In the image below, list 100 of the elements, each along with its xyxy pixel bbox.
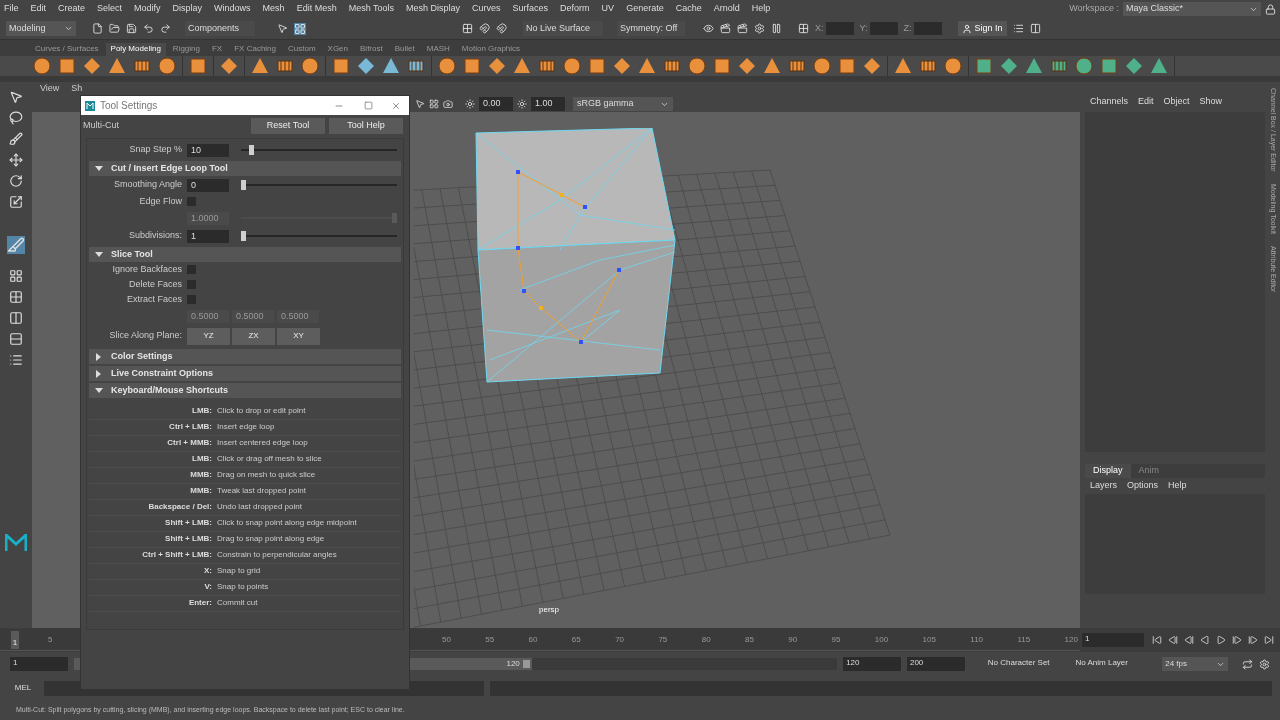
shelf-tab[interactable]: Motion Graphics xyxy=(456,43,526,56)
checkbox[interactable] xyxy=(187,280,196,289)
shelf-tab[interactable]: Curves / Surfaces xyxy=(30,43,104,56)
folder-icon[interactable] xyxy=(109,23,120,34)
sign-in-button[interactable]: Sign In xyxy=(957,21,1007,36)
gamma-field[interactable]: 1.00 xyxy=(531,97,565,111)
shelf-tab[interactable]: MASH xyxy=(421,43,455,56)
lock-icon[interactable] xyxy=(1265,3,1276,15)
collapse-arrow-icon[interactable] xyxy=(95,250,103,259)
slider-thumb[interactable] xyxy=(248,145,254,155)
value-field[interactable]: 10 xyxy=(187,143,229,157)
two-view-icon[interactable] xyxy=(9,311,23,325)
shelf-icon[interactable] xyxy=(157,56,177,76)
menu-item[interactable]: File xyxy=(4,2,19,16)
menu-item[interactable]: Surfaces xyxy=(512,2,549,16)
layout-icon[interactable] xyxy=(1029,23,1041,34)
slider-thumb[interactable] xyxy=(241,231,246,241)
shelf-tab[interactable]: Bifrost xyxy=(355,43,388,56)
render-settings-icon[interactable] xyxy=(754,23,765,34)
value-field[interactable]: 1 xyxy=(187,229,229,243)
selection-mode-dropdown[interactable]: Components xyxy=(185,21,255,36)
layer-tab[interactable]: Display xyxy=(1085,464,1131,478)
panel-menu[interactable]: View xyxy=(40,82,60,96)
grid-icon[interactable] xyxy=(429,99,439,109)
rotate-tool-icon[interactable] xyxy=(9,174,23,188)
slider-track[interactable] xyxy=(241,231,397,241)
mode-dropdown[interactable]: Modeling xyxy=(6,21,76,36)
play-back-icon[interactable] xyxy=(1200,635,1210,645)
menu-item[interactable]: Cache xyxy=(675,2,702,16)
pause-icon[interactable] xyxy=(771,23,782,34)
shelf-icon[interactable] xyxy=(943,56,963,76)
channel-box-menu[interactable]: Object xyxy=(1163,95,1190,109)
select-camera-icon[interactable] xyxy=(415,99,425,109)
script-language-label[interactable]: MEL xyxy=(8,682,38,694)
shelf-tab[interactable]: Custom xyxy=(283,43,321,56)
coordinate-field[interactable] xyxy=(869,22,898,35)
fps-dropdown[interactable]: 24 fps xyxy=(1162,657,1229,671)
preferences-icon[interactable] xyxy=(1259,658,1270,670)
menu-item[interactable]: Windows xyxy=(214,2,251,16)
collapse-arrow-icon[interactable] xyxy=(95,164,103,173)
loop-icon[interactable] xyxy=(1242,658,1253,670)
layer-menu[interactable]: Layers xyxy=(1090,479,1117,493)
slider-track[interactable] xyxy=(241,145,397,155)
shelf-icon[interactable] xyxy=(300,56,320,76)
shelf-tab[interactable]: FX Caching xyxy=(229,43,281,56)
live-surface-field[interactable]: No Live Surface xyxy=(523,21,603,36)
redo-icon[interactable] xyxy=(160,23,171,34)
four-view-icon[interactable] xyxy=(9,290,23,304)
menu-item[interactable]: Create xyxy=(58,2,86,16)
paint-tool-icon[interactable] xyxy=(9,132,23,146)
channel-box-menu[interactable]: Channels xyxy=(1090,95,1129,109)
slider-thumb[interactable] xyxy=(241,180,246,190)
go-to-start-icon[interactable] xyxy=(1152,635,1162,645)
symmetry-field[interactable]: Symmetry: Off xyxy=(617,21,685,36)
anim-layer-dropdown[interactable]: No Anim Layer xyxy=(1072,657,1149,671)
save-icon[interactable] xyxy=(126,23,137,34)
menu-item[interactable]: Help xyxy=(751,2,771,16)
menu-item[interactable]: Select xyxy=(97,2,123,16)
stacked-view-icon[interactable] xyxy=(9,332,23,346)
shelf-icon[interactable] xyxy=(812,56,832,76)
shelf-icon[interactable] xyxy=(57,56,77,76)
play-icon[interactable] xyxy=(1216,635,1226,645)
exposure-field[interactable]: 0.00 xyxy=(479,97,513,111)
value-field[interactable]: 0 xyxy=(187,178,229,192)
layer-menu[interactable]: Options xyxy=(1127,479,1159,493)
shelf-tab[interactable]: Rigging xyxy=(167,43,205,56)
menu-item[interactable]: Edit xyxy=(30,2,47,16)
coordinate-field[interactable] xyxy=(913,22,942,35)
menu-item[interactable]: Edit Mesh xyxy=(296,2,337,16)
close-icon[interactable] xyxy=(391,100,401,111)
shelf-tab[interactable]: Bullet xyxy=(389,43,420,56)
section-header[interactable]: Keyboard/Mouse Shortcuts xyxy=(89,383,401,398)
menu-item[interactable]: Mesh xyxy=(262,2,285,16)
lasso-tool-icon[interactable] xyxy=(9,111,23,125)
component-icon[interactable] xyxy=(294,22,306,35)
transform-icon[interactable] xyxy=(798,23,809,34)
single-view-icon[interactable] xyxy=(9,269,23,283)
color-space-dropdown[interactable]: sRGB gamma xyxy=(573,97,673,111)
shelf-tab[interactable]: FX xyxy=(206,43,228,56)
snap-grid-icon[interactable] xyxy=(462,23,473,34)
scale-tool-icon[interactable] xyxy=(9,195,23,209)
current-frame-field[interactable]: 1 xyxy=(1082,633,1144,647)
checkbox[interactable] xyxy=(187,265,196,274)
shelf-icon[interactable] xyxy=(562,56,582,76)
workspace-dropdown[interactable]: Maya Classic* xyxy=(1123,2,1261,16)
end-frame-field[interactable]: 120 xyxy=(843,657,901,671)
shelf-icon[interactable] xyxy=(437,56,457,76)
character-set-dropdown[interactable]: No Character Set xyxy=(984,657,1067,671)
step-back-icon[interactable] xyxy=(1168,635,1178,645)
section-header[interactable]: Color Settings xyxy=(89,349,401,364)
ipr-render-icon[interactable] xyxy=(737,23,748,34)
shelf-icon[interactable] xyxy=(837,56,857,76)
shelf-icon[interactable] xyxy=(1099,56,1119,76)
shelf-icon[interactable] xyxy=(331,56,351,76)
menu-item[interactable]: Display xyxy=(172,2,203,16)
exposure-icon[interactable] xyxy=(465,99,475,109)
magnet-icon[interactable] xyxy=(496,23,507,34)
plane-button[interactable]: XY xyxy=(277,327,320,345)
render-view-icon[interactable] xyxy=(703,23,714,34)
select-icon[interactable] xyxy=(277,23,288,34)
